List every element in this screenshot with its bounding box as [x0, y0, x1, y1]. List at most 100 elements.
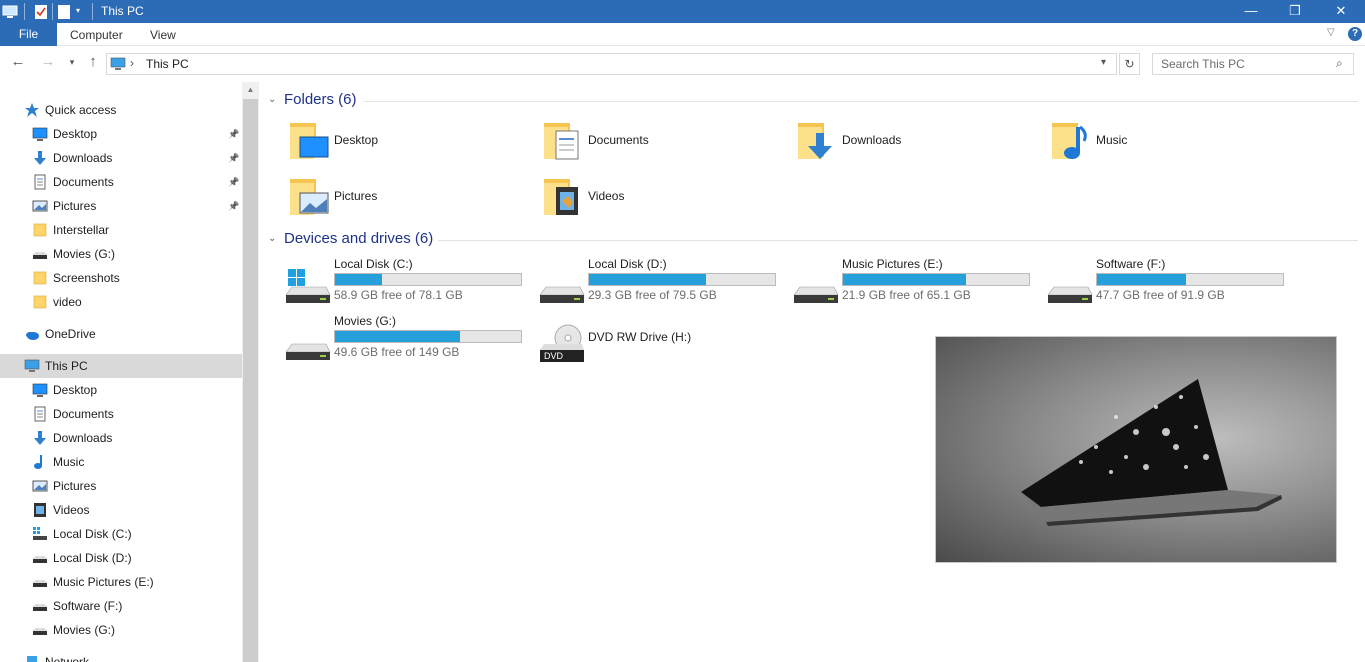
address-path[interactable]: This PC [146, 57, 189, 71]
drive-label: Music Pictures (E:) [842, 257, 943, 271]
sidebar-item-label: Network [45, 655, 90, 662]
folder-documents[interactable]: Documents [542, 119, 792, 167]
folder-downloads[interactable]: Downloads [796, 119, 1046, 167]
pin-icon: 📌 [228, 177, 240, 187]
sidebar-item-quick-3[interactable]: Pictures 📌 [0, 194, 242, 218]
close-button[interactable]: ✕ [1318, 0, 1364, 23]
drive-label: DVD RW Drive (H:) [588, 330, 692, 344]
up-icon[interactable]: ↑ [83, 54, 103, 72]
sidebar-item-pc-2[interactable]: Downloads [0, 426, 242, 450]
sidebar-item-pc-7[interactable]: Local Disk (D:) [0, 546, 242, 570]
folder-videos[interactable]: Videos [542, 175, 792, 223]
sidebar-item-pc-10[interactable]: Movies (G:) [0, 618, 242, 642]
pictures-folder-icon [288, 175, 332, 219]
sidebar-item-label: Interstellar [53, 223, 110, 237]
refresh-button[interactable]: ↻ [1119, 53, 1140, 75]
folder-music[interactable]: Music [1050, 119, 1300, 167]
tab-computer[interactable]: Computer [70, 28, 123, 42]
this-pc-icon [24, 358, 40, 374]
drive-1[interactable]: Local Disk (D:) 29.3 GB free of 79.5 GB [538, 257, 788, 311]
sidebar-item-pc-1[interactable]: Documents [0, 402, 242, 426]
address-dropdown-icon[interactable]: ▾ [1101, 57, 1106, 68]
properties-icon[interactable] [34, 3, 48, 20]
sidebar-item-label: Local Disk (D:) [53, 551, 132, 565]
this-pc-icon[interactable] [2, 3, 18, 20]
this-pc-icon [110, 57, 126, 70]
sidebar-item-label: OneDrive [45, 327, 96, 341]
navigation-pane-scrollbar[interactable]: ▲ [242, 82, 259, 662]
laptop-photo [935, 336, 1337, 563]
documents-icon [32, 174, 48, 190]
folders-group-title: Folders (6) [284, 91, 357, 108]
scrollbar-thumb[interactable] [243, 99, 258, 662]
scroll-up-icon[interactable]: ▲ [242, 82, 259, 98]
drive-usage-fill [843, 274, 966, 285]
sidebar-item-label: Videos [53, 503, 90, 517]
sidebar-item-pc-9[interactable]: Software (F:) [0, 594, 242, 618]
folders-group-header[interactable]: ⌄ Folders (6) [268, 91, 1358, 111]
sidebar-item-label: This PC [45, 359, 88, 373]
address-bar[interactable]: › This PC ▾ [106, 53, 1117, 75]
drive-3[interactable]: Software (F:) 47.7 GB free of 91.9 GB [1046, 257, 1296, 311]
windows-drive-icon [32, 526, 48, 542]
sidebar-item-quick-2[interactable]: Documents 📌 [0, 170, 242, 194]
sidebar-item-quick-5[interactable]: Movies (G:) [0, 242, 242, 266]
folder-desktop[interactable]: Desktop [288, 119, 538, 167]
sidebar-item-onedrive[interactable]: OneDrive [0, 322, 242, 346]
back-icon[interactable]: ← [8, 54, 28, 72]
drive-free-space: 58.9 GB free of 78.1 GB [334, 288, 463, 302]
tab-file[interactable]: File [0, 23, 57, 46]
sidebar-item-label: Movies (G:) [53, 623, 116, 637]
search-input[interactable]: Search This PC ⌕ [1152, 53, 1354, 75]
drive-0[interactable]: Local Disk (C:) 58.9 GB free of 78.1 GB [284, 257, 534, 311]
sidebar-item-pc-8[interactable]: Music Pictures (E:) [0, 570, 242, 594]
drive-4[interactable]: Movies (G:) 49.6 GB free of 149 GB [284, 314, 534, 368]
restore-button[interactable]: ❐ [1272, 0, 1318, 23]
folder-label: Desktop [334, 133, 379, 147]
sidebar-item-network[interactable]: Network [0, 650, 242, 662]
pin-icon: 📌 [228, 201, 240, 211]
sidebar-item-quick-1[interactable]: Downloads 📌 [0, 146, 242, 170]
qa-separator [92, 3, 93, 20]
downloads-icon [32, 150, 48, 166]
customize-quick-access-icon[interactable]: ▾ [76, 6, 80, 23]
sidebar-item-label: Downloads [53, 431, 113, 445]
drive-usage-fill [335, 331, 460, 342]
recent-locations-icon[interactable]: ▾ [62, 54, 82, 72]
sidebar-item-pc-4[interactable]: Pictures [0, 474, 242, 498]
sidebar-item-pc-3[interactable]: Music [0, 450, 242, 474]
minimize-button[interactable]: — [1228, 0, 1274, 23]
drive-label: Software (F:) [1096, 257, 1166, 271]
laptop-illustration [1021, 379, 1282, 526]
drive-usage-bar [334, 330, 522, 343]
sidebar-item-pc-6[interactable]: Local Disk (C:) [0, 522, 242, 546]
new-folder-icon[interactable] [57, 3, 71, 20]
sidebar-item-quick-7[interactable]: video [0, 290, 242, 314]
sidebar-item-quick-access[interactable]: Quick access [0, 98, 242, 122]
expand-ribbon-icon[interactable]: ▽ [1327, 27, 1335, 38]
collapse-icon[interactable]: ⌄ [268, 94, 276, 105]
help-icon[interactable]: ? [1348, 27, 1362, 41]
tab-view[interactable]: View [150, 28, 176, 42]
sidebar-item-quick-6[interactable]: Screenshots [0, 266, 242, 290]
folder-label: Documents [588, 133, 649, 147]
collapse-icon[interactable]: ⌄ [268, 233, 276, 244]
sidebar-item-this-pc[interactable]: This PC [0, 354, 242, 378]
drive-usage-bar [842, 273, 1030, 286]
search-placeholder: Search This PC [1161, 57, 1245, 71]
folder-pictures[interactable]: Pictures [288, 175, 538, 223]
pin-icon: 📌 [228, 129, 240, 139]
sidebar-item-label: Quick access [45, 103, 117, 117]
drive-label: Local Disk (C:) [334, 257, 413, 271]
qa-separator [52, 3, 53, 20]
sidebar-item-pc-0[interactable]: Desktop [0, 378, 242, 402]
drive-2[interactable]: Music Pictures (E:) 21.9 GB free of 65.1 … [792, 257, 1042, 311]
sidebar-item-quick-4[interactable]: Interstellar [0, 218, 242, 242]
drive-5[interactable]: DVD DVD RW Drive (H:) [538, 314, 788, 368]
sidebar-item-pc-5[interactable]: Videos [0, 498, 242, 522]
forward-icon[interactable]: → [38, 54, 58, 72]
refresh-icon: ↻ [1124, 57, 1135, 71]
folder-label: Downloads [842, 133, 902, 147]
drives-group-header[interactable]: ⌄ Devices and drives (6) [268, 230, 1358, 250]
sidebar-item-quick-0[interactable]: Desktop 📌 [0, 122, 242, 146]
